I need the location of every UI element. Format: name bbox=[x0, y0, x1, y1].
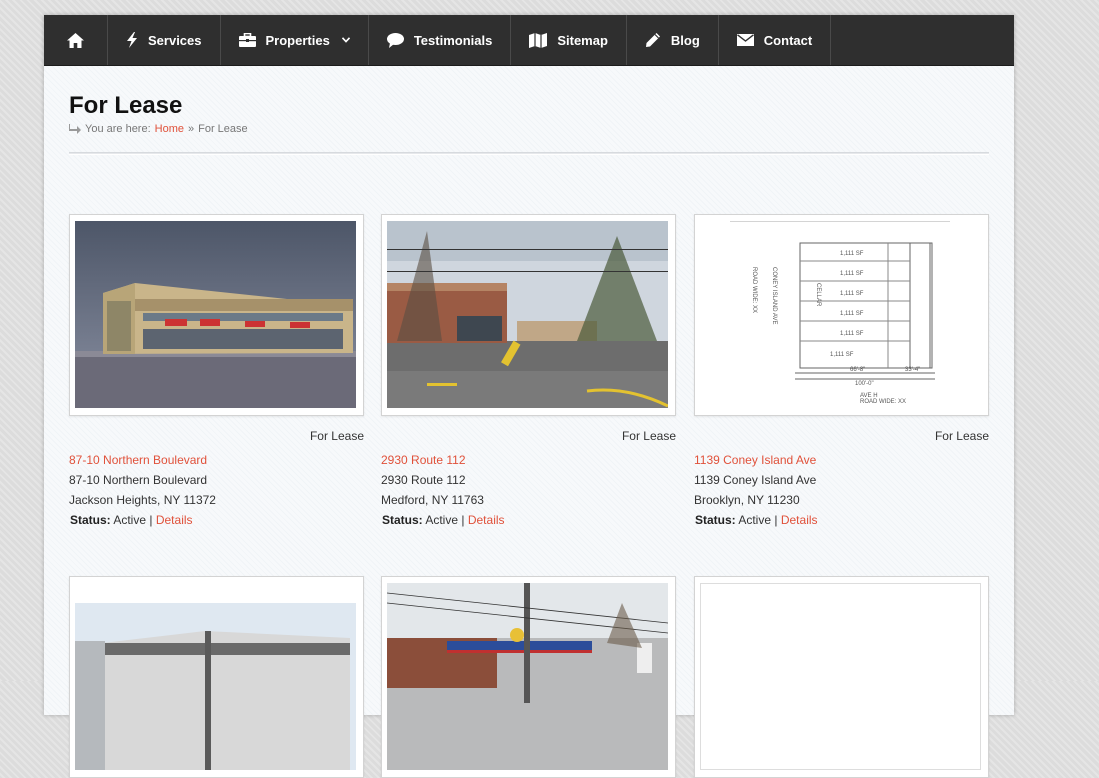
dimension-label: 100'-0" bbox=[855, 381, 874, 387]
listing-title-link[interactable]: 2930 Route 112 bbox=[381, 450, 676, 470]
floor-plan-image: 1,111 SF 1,111 SF 1,111 SF 1,111 SF 1,11… bbox=[700, 221, 981, 408]
divider bbox=[69, 152, 989, 155]
cellar-label: CELLAR bbox=[815, 283, 821, 307]
status-separator: | bbox=[461, 513, 465, 527]
breadcrumb-separator: » bbox=[188, 123, 195, 135]
map-icon bbox=[529, 32, 548, 48]
listing-city: Brooklyn, NY 11230 bbox=[694, 493, 800, 507]
status-label: Status: bbox=[695, 513, 736, 527]
nav-label-contact: Contact bbox=[763, 32, 813, 48]
road-width-label: ROAD WIDE: XX bbox=[751, 267, 757, 313]
home-icon bbox=[67, 32, 84, 48]
breadcrumb-current: For Lease bbox=[198, 123, 248, 135]
nav-properties[interactable]: Properties bbox=[221, 15, 369, 65]
listing-city: Medford, NY 11763 bbox=[381, 493, 484, 507]
nav-label-testimonials: Testimonials bbox=[413, 32, 493, 48]
briefcase-icon bbox=[238, 33, 256, 47]
nav-label-properties: Properties bbox=[265, 32, 330, 48]
nav-label-sitemap: Sitemap bbox=[557, 32, 608, 48]
listing-thumbnail[interactable]: 1,111 SF 1,111 SF 1,111 SF 1,111 SF 1,11… bbox=[694, 214, 989, 416]
status-value: Active bbox=[425, 513, 459, 527]
status-label: Status: bbox=[382, 513, 423, 527]
nav-home[interactable] bbox=[44, 15, 108, 65]
gas-station-image bbox=[387, 583, 668, 770]
nav-contact[interactable]: Contact bbox=[719, 15, 832, 65]
listing-title-link[interactable]: 1139 Coney Island Ave bbox=[694, 450, 989, 470]
page-title: For Lease bbox=[69, 92, 183, 119]
status-value: Active bbox=[738, 513, 772, 527]
main-nav: Services Properties Testimonials Sitemap… bbox=[44, 15, 1014, 66]
details-link[interactable]: Details bbox=[468, 513, 505, 527]
street-label: CONEY ISLAND AVE bbox=[771, 267, 777, 324]
status-separator: | bbox=[774, 513, 778, 527]
breadcrumb-prefix: You are here: bbox=[85, 123, 151, 135]
nav-services[interactable]: Services bbox=[108, 15, 221, 65]
page-header: For Lease You are here: Home » For Lease bbox=[44, 66, 1014, 155]
unit-area-label: 1,111 SF bbox=[840, 251, 864, 257]
listing-type: For Lease bbox=[621, 429, 676, 443]
pencil-icon bbox=[645, 33, 660, 47]
listing-title-link[interactable]: 87-10 Northern Boulevard bbox=[69, 450, 364, 470]
status-label: Status: bbox=[70, 513, 111, 527]
nav-label-blog: Blog bbox=[670, 32, 700, 48]
listing-status: Status: Active | Details bbox=[69, 510, 364, 530]
listing-card bbox=[69, 576, 364, 778]
listing-city: Jackson Heights, NY 11372 bbox=[69, 493, 216, 507]
breadcrumb: You are here: Home » For Lease bbox=[69, 123, 989, 135]
page-container: Services Properties Testimonials Sitemap… bbox=[44, 15, 1014, 778]
unit-area-label: 1,111 SF bbox=[840, 271, 864, 277]
speech-bubble-icon bbox=[386, 32, 404, 48]
details-link[interactable]: Details bbox=[156, 513, 193, 527]
breadcrumb-home-link[interactable]: Home bbox=[155, 123, 184, 135]
listing-card bbox=[694, 576, 989, 778]
chevron-down-icon bbox=[341, 37, 350, 43]
listing-address: 87-10 Northern Boulevard bbox=[69, 473, 208, 487]
nav-sitemap[interactable]: Sitemap bbox=[511, 15, 627, 65]
details-link[interactable]: Details bbox=[781, 513, 818, 527]
listing-thumbnail[interactable] bbox=[69, 214, 364, 416]
listing-card: For Lease 2930 Route 112 2930 Route 112 … bbox=[381, 214, 676, 530]
unit-area-label: 1,111 SF bbox=[840, 311, 864, 317]
dimension-label: 33'-4" bbox=[905, 367, 920, 373]
listing-card: 1,111 SF 1,111 SF 1,111 SF 1,111 SF 1,11… bbox=[694, 214, 989, 530]
listing-thumbnail[interactable] bbox=[381, 214, 676, 416]
listing-card: For Lease 87-10 Northern Boulevard 87-10… bbox=[69, 214, 364, 530]
listing-thumbnail[interactable] bbox=[69, 576, 364, 778]
listing-card bbox=[381, 576, 676, 778]
listing-status: Status: Active | Details bbox=[694, 510, 989, 530]
listing-type: For Lease bbox=[309, 429, 364, 443]
building-rendering-image bbox=[75, 221, 356, 408]
bolt-icon bbox=[127, 32, 137, 48]
listing-thumbnail[interactable] bbox=[694, 576, 989, 778]
street-photo-image bbox=[387, 221, 668, 408]
listing-address: 2930 Route 112 bbox=[381, 473, 466, 487]
listing-address: 1139 Coney Island Ave bbox=[694, 473, 817, 487]
status-value: Active bbox=[113, 513, 147, 527]
listing-type: For Lease bbox=[934, 429, 989, 443]
blank-image-placeholder bbox=[700, 583, 981, 770]
listing-thumbnail[interactable] bbox=[381, 576, 676, 778]
status-separator: | bbox=[149, 513, 153, 527]
unit-area-label: 1,111 SF bbox=[840, 331, 864, 337]
unit-area-label: 1,111 SF bbox=[830, 352, 854, 358]
dimension-label: 66'-8" bbox=[850, 367, 865, 373]
listing-status: Status: Active | Details bbox=[381, 510, 676, 530]
nav-label-services: Services bbox=[148, 32, 202, 48]
nav-testimonials[interactable]: Testimonials bbox=[369, 15, 512, 65]
envelope-icon bbox=[736, 34, 754, 46]
commercial-building-image bbox=[75, 583, 356, 770]
nav-blog[interactable]: Blog bbox=[627, 15, 719, 65]
return-arrow-icon bbox=[69, 124, 81, 134]
road-width-label: ROAD WIDE: XX bbox=[860, 399, 906, 405]
unit-area-label: 1,111 SF bbox=[840, 291, 864, 297]
